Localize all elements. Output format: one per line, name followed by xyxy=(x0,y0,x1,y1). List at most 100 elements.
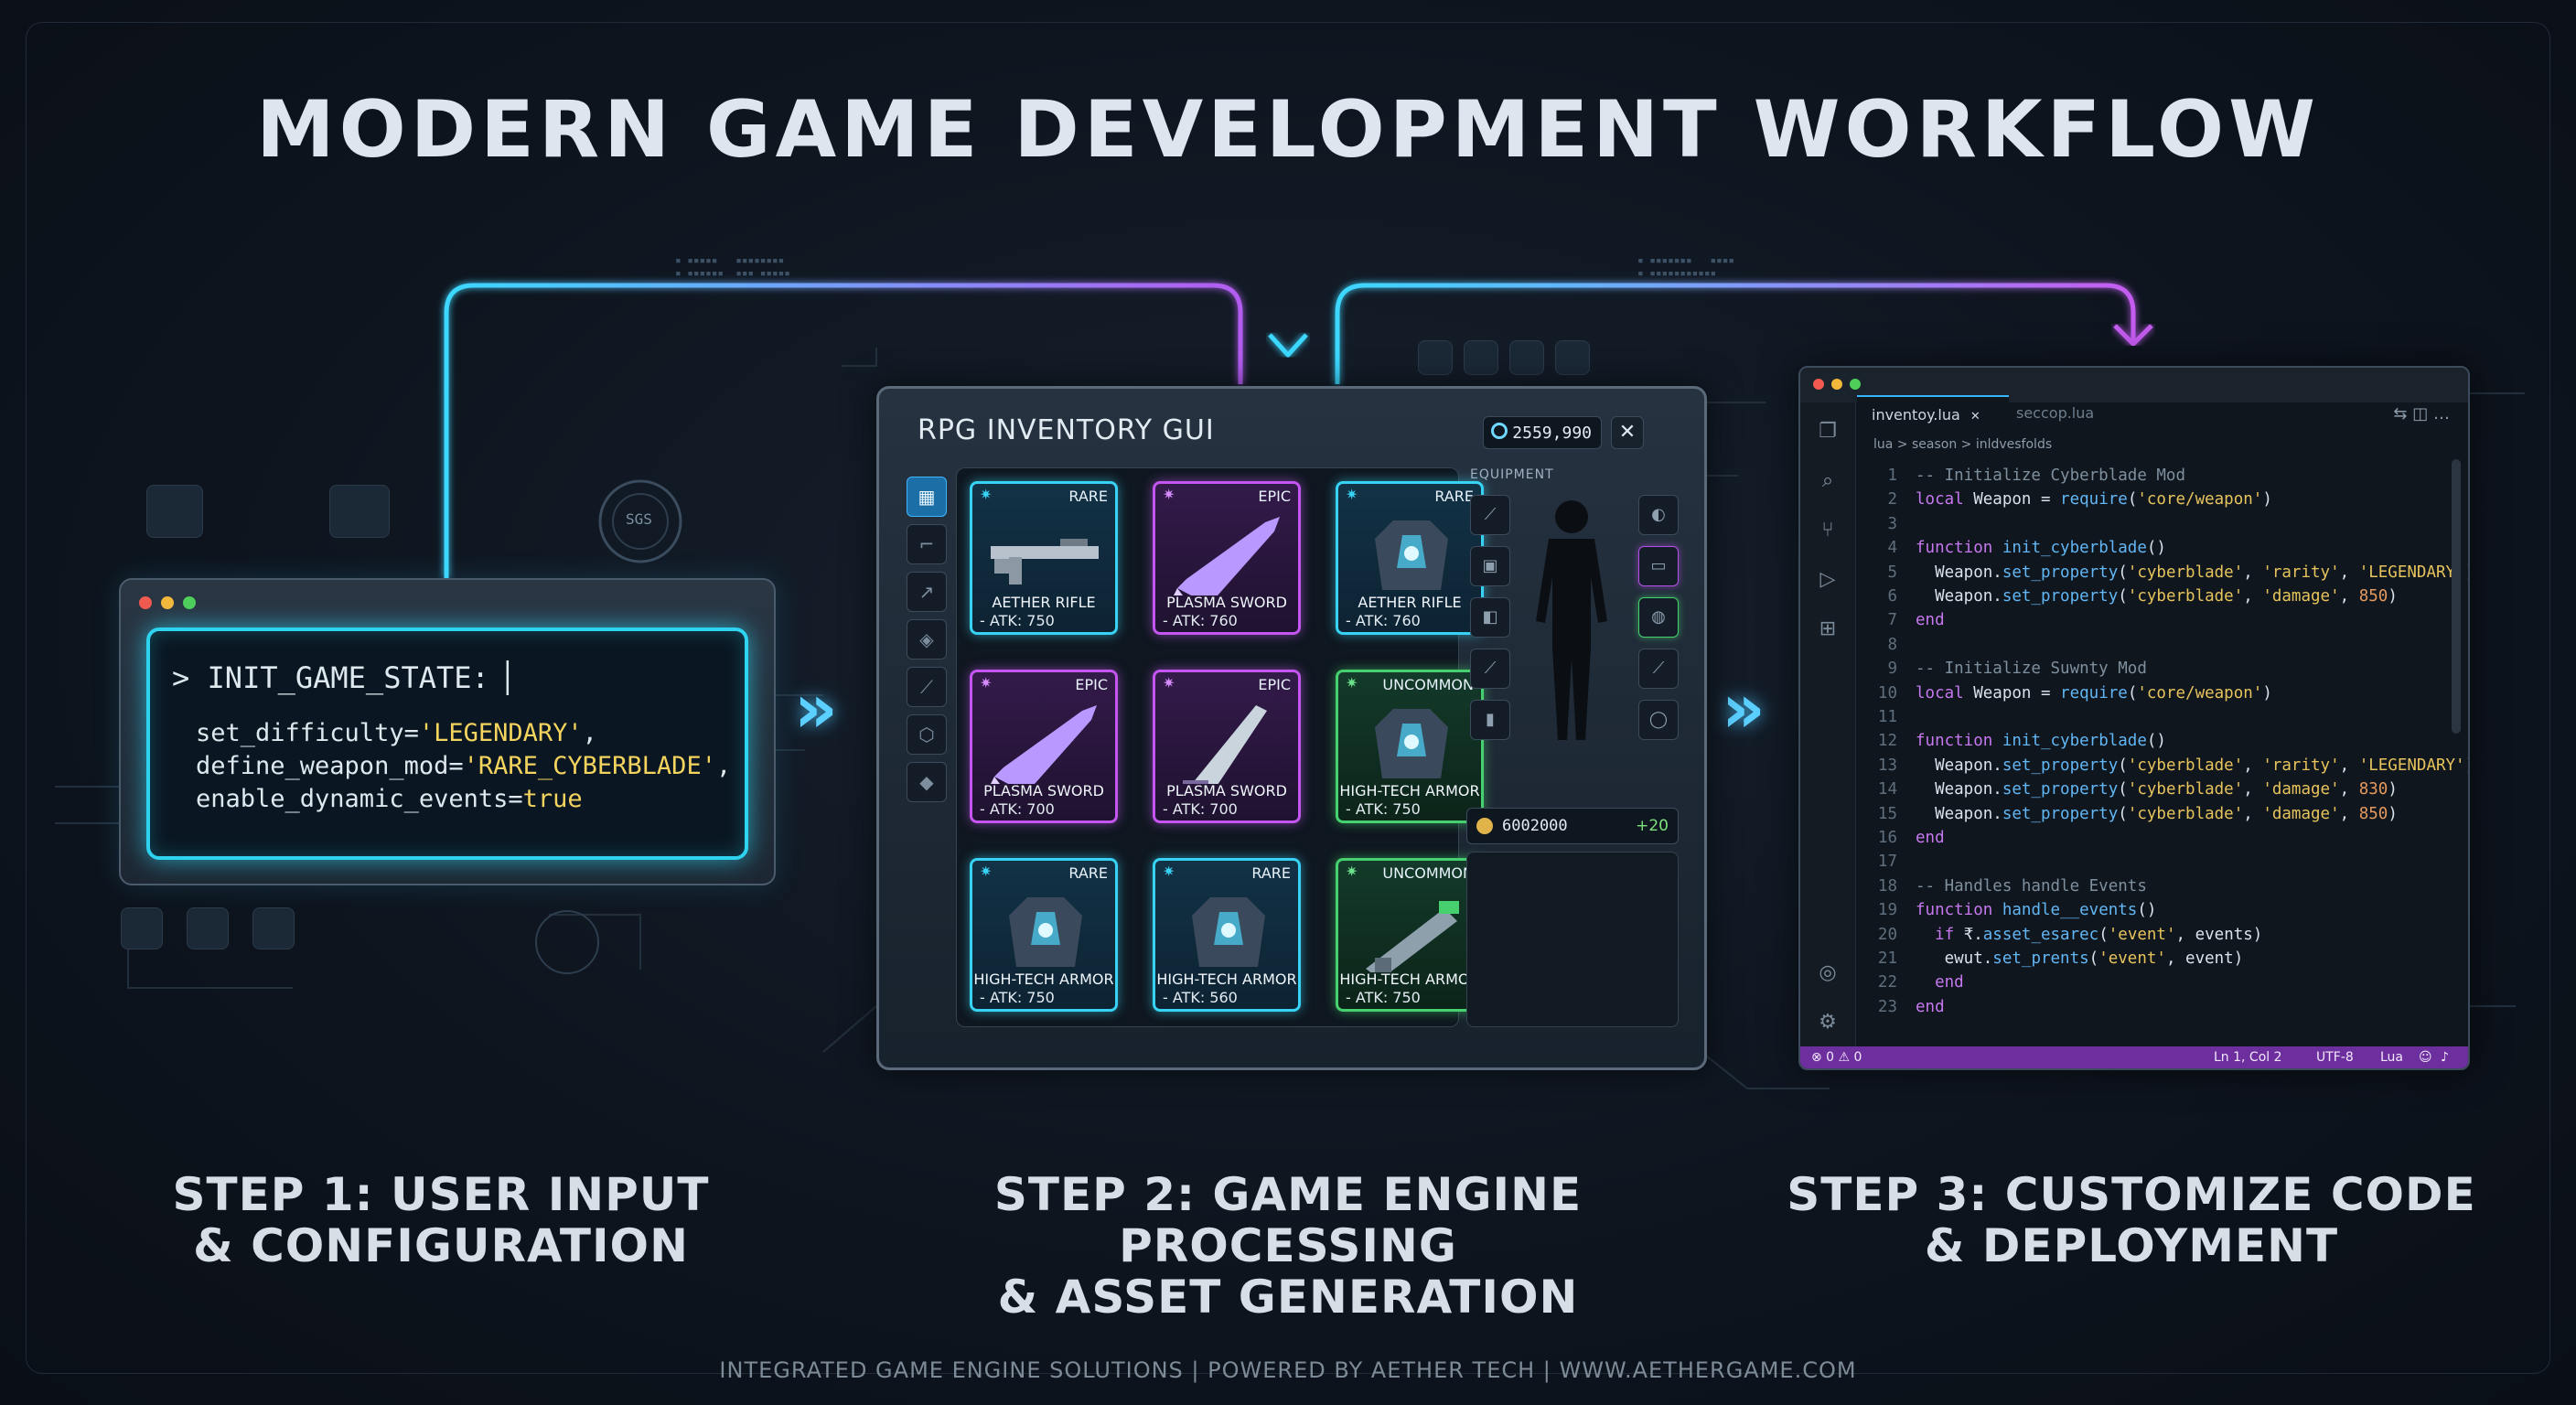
tab-close-icon[interactable]: ✕ xyxy=(1970,410,1980,424)
code-line: 10 local Weapon = require('core/weapon') xyxy=(1857,684,2406,708)
rarity-star-icon: ✷ xyxy=(980,486,993,503)
ring-slot-icon[interactable]: ◯ xyxy=(1638,700,1679,740)
maximize-dot-icon[interactable] xyxy=(1850,379,1861,390)
item-attack: - ATK: 750 xyxy=(980,989,1055,1006)
line-number: 21 xyxy=(1877,949,1897,968)
code-line: 18 -- Handles handle Events xyxy=(1857,877,2406,901)
line-number: 20 xyxy=(1877,925,1897,944)
gem-tab-icon[interactable]: ◆ xyxy=(907,762,947,802)
gold-value: 6002000 xyxy=(1502,817,1568,835)
encoding[interactable]: UTF-8 xyxy=(2316,1046,2354,1068)
search-icon[interactable]: ⌕ xyxy=(1815,468,1841,494)
rarity-star-icon: ✷ xyxy=(1346,486,1358,503)
settings-gear-icon[interactable]: ⚙ xyxy=(1815,1010,1841,1035)
blade-slot-icon[interactable]: ⟋ xyxy=(1470,649,1510,689)
hud-panel xyxy=(121,907,163,949)
inventory-item-card[interactable]: ✷ EPIC PLASMA SWORD - ATK: 700 xyxy=(1153,670,1301,823)
item-name: PLASMA SWORD xyxy=(1166,782,1287,799)
hud-panel xyxy=(1555,340,1590,375)
inventory-item-card[interactable]: ✷ RARE AETHER RIFLE - ATK: 760 xyxy=(1336,481,1484,635)
tab-seccop-lua[interactable]: seccop.lua xyxy=(2002,395,2144,432)
rarity-badge: EPIC xyxy=(1258,676,1291,693)
inventory-item-card[interactable]: ✷ RARE AETHER RIFLE - ATK: 750 xyxy=(970,481,1118,635)
tab-inventoy-lua[interactable]: inventoy.lua ✕ xyxy=(1857,395,2009,434)
currency-icon xyxy=(1491,423,1508,439)
compare-icon[interactable]: ⇆ xyxy=(2393,404,2407,424)
helmet-slot-icon[interactable]: ◐ xyxy=(1638,495,1679,535)
inventory-item-card[interactable]: ✷ RARE HIGH-TECH ARMOR - ATK: 750 xyxy=(970,858,1118,1012)
pistol-tab-icon[interactable]: ↗ xyxy=(907,572,947,612)
bell-icon[interactable]: ♪ xyxy=(2441,1046,2449,1068)
shield-tab-icon[interactable]: ⬡ xyxy=(907,714,947,755)
hud-label: SGS xyxy=(626,510,652,528)
gauntlet-slot-icon[interactable]: ◍ xyxy=(1638,597,1679,638)
cannon-icon xyxy=(1366,901,1459,972)
close-dot-icon[interactable] xyxy=(139,596,152,609)
hud-readout: ▪ ▪▪▪▪▪▪▪ ▪▪▪▪ ▪ ▪▪▪▪▪▪▪▪▪▪▪ xyxy=(1637,254,1734,279)
code-line: 11 xyxy=(1857,708,2406,732)
line-number: 16 xyxy=(1877,829,1897,847)
terminal-input[interactable]: > INIT_GAME_STATE: ▏ set_difficulty='LEG… xyxy=(146,627,748,860)
category-tabs: ▦ ⌐ ↗ ◈ ⟋ ⬡ ◆ xyxy=(907,477,949,906)
account-icon[interactable]: ◎ xyxy=(1815,960,1841,986)
line-number: 6 xyxy=(1887,587,1897,606)
source-control-icon[interactable]: ⑂ xyxy=(1815,518,1841,543)
problems-indicator[interactable]: ⊗ 0 ⚠ 0 xyxy=(1811,1046,1862,1068)
rifle-tab-icon[interactable]: ⌐ xyxy=(907,524,947,564)
rarity-badge: UNCOMMON xyxy=(1382,676,1474,693)
inventory-item-card[interactable]: ✷ UNCOMMON HIGH-TECH ARMOR - ATK: 750 xyxy=(1336,670,1484,823)
rarity-badge: RARE xyxy=(1251,864,1291,882)
scrollbar[interactable] xyxy=(2452,459,2461,734)
item-attack: - ATK: 700 xyxy=(1163,800,1238,818)
character-silhouette xyxy=(1536,500,1607,740)
item-attack: - ATK: 750 xyxy=(1346,989,1421,1006)
close-button[interactable]: ✕ xyxy=(1611,416,1644,449)
rarity-star-icon: ✷ xyxy=(1163,863,1175,880)
line-number: 14 xyxy=(1877,780,1897,799)
code-line: 15 Weapon.set_property('cyberblade', 'da… xyxy=(1857,805,2406,829)
split-editor-icon[interactable]: ◫ xyxy=(2412,404,2428,424)
feedback-icon[interactable]: ☺ xyxy=(2419,1046,2432,1068)
run-debug-icon[interactable]: ▷ xyxy=(1815,567,1841,593)
code-line: 8 xyxy=(1857,636,2406,660)
code-line: 2 local Weapon = require('core/weapon') xyxy=(1857,490,2406,514)
helmet-tab-icon[interactable]: ◈ xyxy=(907,619,947,660)
knife-slot-icon[interactable]: ⟋ xyxy=(1638,649,1679,689)
code-line: 6 Weapon.set_property('cyberblade', 'dam… xyxy=(1857,587,2406,611)
weapon-slot-icon[interactable]: ⟋ xyxy=(1470,495,1510,535)
activity-bar: ❐ ⌕ ⑂ ▷ ⊞ ◎ ⚙ xyxy=(1800,402,1856,1046)
maximize-dot-icon[interactable] xyxy=(183,596,196,609)
window-controls xyxy=(1813,379,1861,390)
hud-readout: ▪ ▪▪▪▪▪ ▪▪▪▪▪▪▪▪ ▪ ▪▪▪▪▪▪ ▪▪▪ ▪▪▪▪▪ xyxy=(675,254,790,279)
armor-slot-icon[interactable]: ◧ xyxy=(1470,597,1510,638)
line-number: 15 xyxy=(1877,804,1897,823)
hud-panel xyxy=(252,907,295,949)
cursor-position[interactable]: Ln 1, Col 2 xyxy=(2214,1046,2282,1068)
minimize-dot-icon[interactable] xyxy=(161,596,174,609)
editor-actions: ⇆ ◫ … xyxy=(2393,404,2450,424)
chest-slot-icon[interactable]: ▣ xyxy=(1470,546,1510,586)
files-icon[interactable]: ❐ xyxy=(1815,419,1841,445)
inventory-item-card[interactable]: ✷ RARE HIGH-TECH ARMOR - ATK: 560 xyxy=(1153,858,1301,1012)
line-number: 13 xyxy=(1877,756,1897,775)
status-bar: ⊗ 0 ⚠ 0 Ln 1, Col 2 UTF-8 Lua ☺ ♪ xyxy=(1800,1046,2468,1068)
code-editor-window: ❐ ⌕ ⑂ ▷ ⊞ ◎ ⚙ inventoy.lua ✕ seccop.lua … xyxy=(1798,366,2470,1070)
sword-tab-icon[interactable]: ⟋ xyxy=(907,667,947,707)
boots-slot-icon[interactable]: ▮ xyxy=(1470,700,1510,740)
armor-icon xyxy=(1009,897,1082,967)
code-line: 3 xyxy=(1857,515,2406,539)
visor-slot-icon[interactable]: ▭ xyxy=(1638,546,1679,586)
minimize-dot-icon[interactable] xyxy=(1831,379,1842,390)
close-dot-icon[interactable] xyxy=(1813,379,1824,390)
extensions-icon[interactable]: ⊞ xyxy=(1815,617,1841,642)
language-mode[interactable]: Lua xyxy=(2380,1046,2403,1068)
grid-icon[interactable]: ▦ xyxy=(907,477,947,517)
inventory-item-card[interactable]: ✷ EPIC PLASMA SWORD - ATK: 700 xyxy=(970,670,1118,823)
item-grid: ✷ RARE AETHER RIFLE - ATK: 750 ✷ EPIC PLASMA S… xyxy=(956,467,1484,1027)
gold-display: 6002000 +20 xyxy=(1466,808,1679,844)
item-attack: - ATK: 700 xyxy=(980,800,1055,818)
inventory-item-card[interactable]: ✷ EPIC PLASMA SWORD - ATK: 760 xyxy=(1153,481,1301,635)
item-detail-panel xyxy=(1466,852,1679,1027)
inventory-item-card[interactable]: ✷ UNCOMMON HIGH-TECH ARMOR - ATK: 750 xyxy=(1336,858,1484,1012)
more-icon[interactable]: … xyxy=(2433,404,2450,424)
